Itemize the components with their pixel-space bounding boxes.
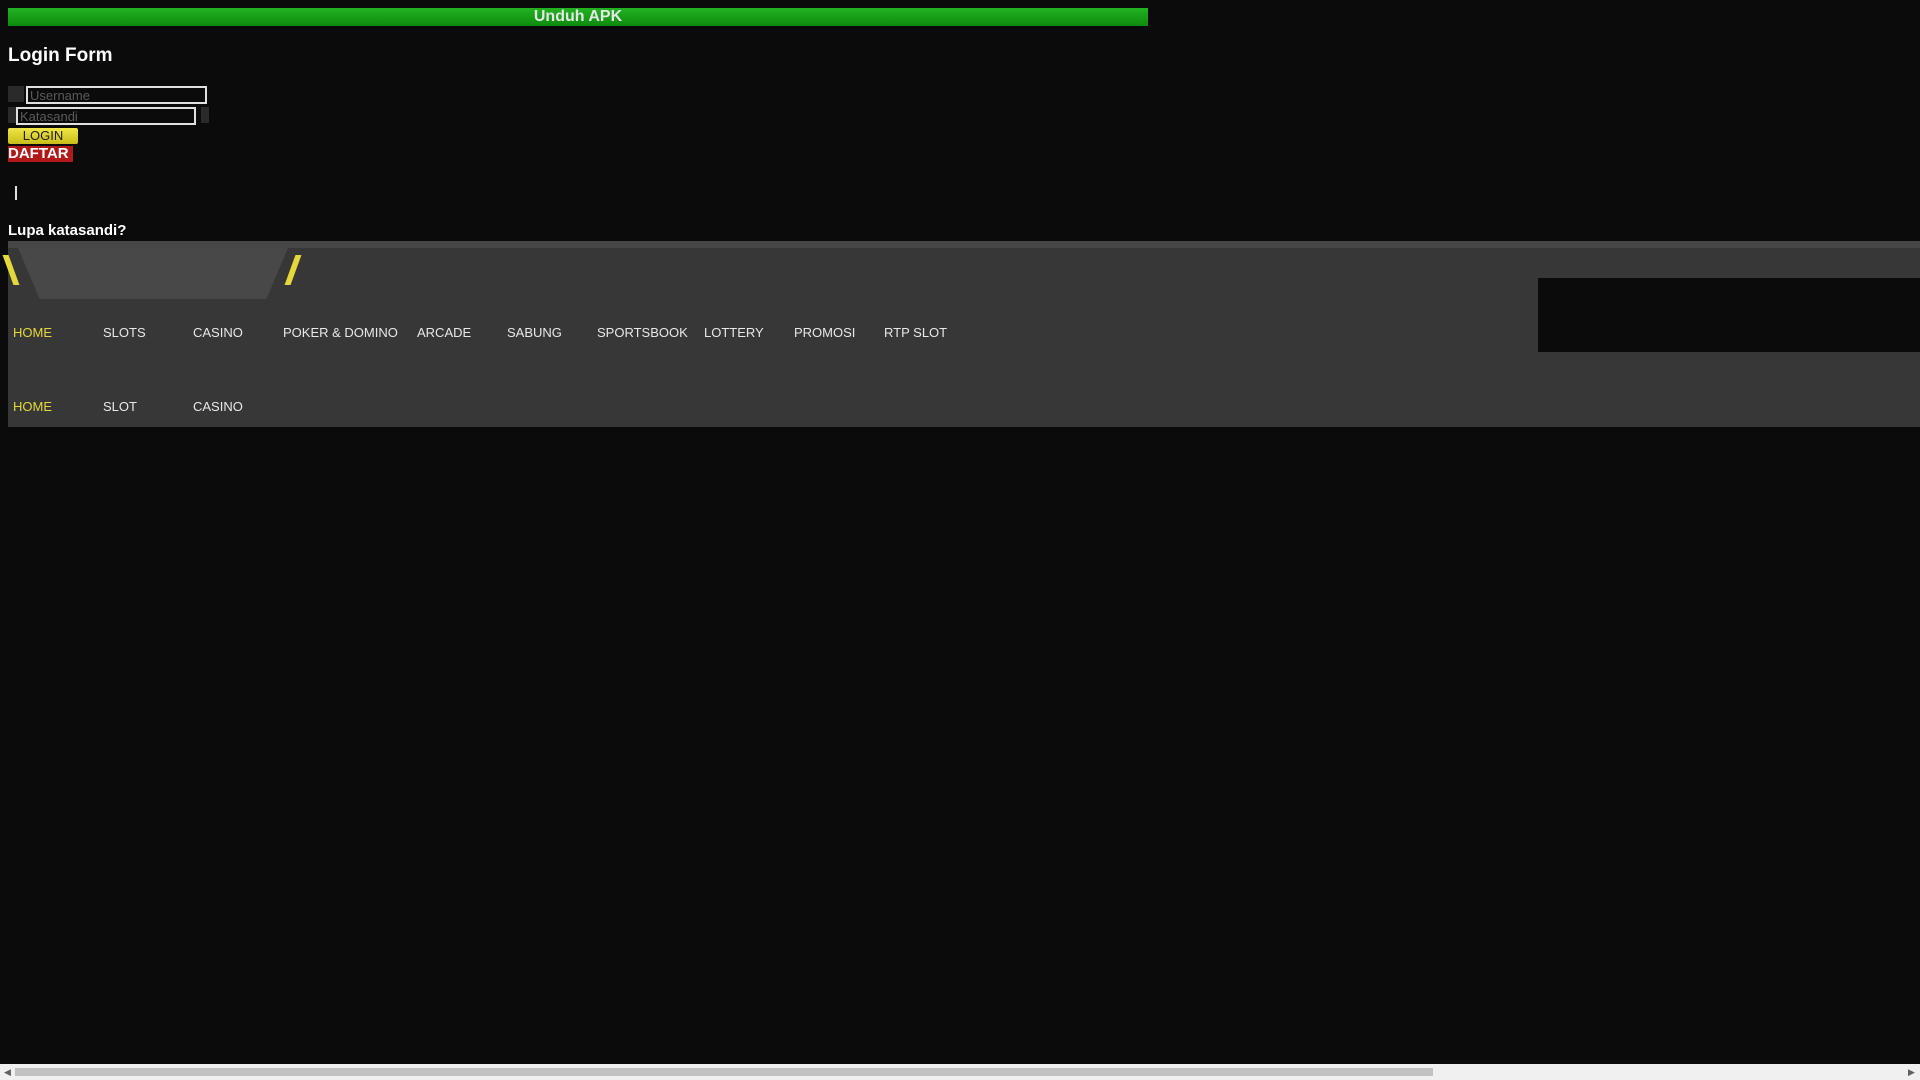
promo-banner[interactable] <box>1538 278 1920 352</box>
user-icon <box>8 86 24 102</box>
site-header: HOME SLOTS CASINO POKER & DOMINO ARCADE … <box>2 241 1920 427</box>
nav-item-arcade[interactable]: ARCADE <box>417 325 471 340</box>
left-slash-decoration <box>2 255 20 285</box>
scrollbar-thumb[interactable] <box>15 1068 1433 1076</box>
login-form-title: Login Form <box>8 45 113 66</box>
login-button[interactable]: LOGIN <box>8 128 78 144</box>
subnav-item-casino[interactable]: CASINO <box>193 399 243 414</box>
nav-item-rtp-slot[interactable]: RTP SLOT <box>884 325 947 340</box>
scroll-left-icon[interactable]: ◀ <box>4 1067 11 1077</box>
nav-item-lottery[interactable]: LOTTERY <box>704 325 764 340</box>
subnav-item-home[interactable]: HOME <box>13 399 52 414</box>
forgot-password-link[interactable]: Lupa katasandi? <box>8 222 126 239</box>
page: Unduh APK Login Form LOGIN DAFTAR Lupa k… <box>0 0 1920 1080</box>
nav-item-home[interactable]: HOME <box>13 325 52 340</box>
subnav-item-slot[interactable]: SLOT <box>103 399 137 414</box>
show-password-icon[interactable] <box>201 107 209 123</box>
horizontal-scrollbar[interactable]: ◀ ▶ <box>0 1064 1920 1080</box>
nav-item-casino[interactable]: CASINO <box>193 325 243 340</box>
nav-item-sabung[interactable]: SABUNG <box>507 325 562 340</box>
nav-item-slots[interactable]: SLOTS <box>103 325 146 340</box>
separator <box>15 186 17 200</box>
right-slash-decoration <box>284 255 302 285</box>
scroll-right-icon[interactable]: ▶ <box>1908 1067 1915 1077</box>
lock-icon <box>8 107 16 123</box>
username-input[interactable] <box>26 86 207 104</box>
download-apk-button[interactable]: Unduh APK <box>8 8 1148 26</box>
nav-item-promosi[interactable]: PROMOSI <box>794 325 855 340</box>
header-top-line <box>8 241 1920 248</box>
password-input[interactable] <box>16 107 196 125</box>
logo-area[interactable] <box>18 248 288 299</box>
nav-item-sportsbook[interactable]: SPORTSBOOK <box>597 325 688 340</box>
register-button[interactable]: DAFTAR <box>8 146 73 162</box>
nav-item-poker-domino[interactable]: POKER & DOMINO <box>283 325 398 340</box>
